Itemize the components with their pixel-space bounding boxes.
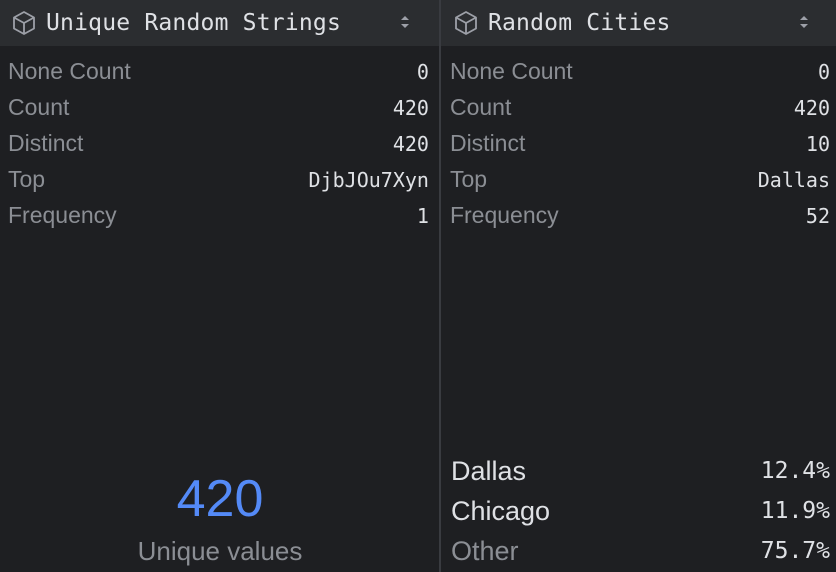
stat-row-count: Count 420 xyxy=(0,92,439,128)
column-random-cities: Random Cities None Count 0 Count 420 Dis… xyxy=(440,0,836,572)
column-title: Random Cities xyxy=(487,10,671,36)
stat-value: 420 xyxy=(392,96,429,120)
frequency-row-other: Other 75.7% xyxy=(441,534,836,572)
stat-label: Frequency xyxy=(449,202,559,228)
unique-values-label: Unique values xyxy=(137,536,303,566)
stat-label: None Count xyxy=(449,58,573,84)
stat-value: 0 xyxy=(817,60,831,84)
cube-icon xyxy=(451,8,481,38)
stat-value: 420 xyxy=(793,96,831,120)
stat-row-frequency: Frequency 1 xyxy=(0,200,439,236)
stat-value: 10 xyxy=(805,132,831,156)
sort-icon[interactable] xyxy=(398,12,412,32)
stat-label: Count xyxy=(449,94,512,120)
frequency-label: Other xyxy=(450,536,519,566)
stat-label: None Count xyxy=(8,58,131,84)
frequency-label: Dallas xyxy=(450,456,526,486)
cube-icon xyxy=(9,8,39,38)
stat-row-distinct: Distinct 10 xyxy=(441,128,836,164)
stat-row-count: Count 420 xyxy=(441,92,836,128)
stat-row-none-count: None Count 0 xyxy=(441,56,836,92)
unique-values-summary: 420 Unique values xyxy=(0,470,440,570)
stat-row-distinct: Distinct 420 xyxy=(0,128,439,164)
frequency-row-dallas: Dallas 12.4% xyxy=(441,454,836,494)
frequency-row-chicago: Chicago 11.9% xyxy=(441,494,836,534)
column-header[interactable]: Random Cities xyxy=(440,0,836,47)
stat-value: 1 xyxy=(416,204,429,228)
stat-label: Top xyxy=(449,166,488,192)
stat-value: DjbJOu7Xyn xyxy=(308,168,429,192)
dataframe-column-statistics: Unique Random Strings None Count 0 Count… xyxy=(0,0,836,572)
value-frequency-list: Dallas 12.4% Chicago 11.9% Other 75.7% xyxy=(441,454,836,572)
unique-values-number: 420 xyxy=(176,470,264,528)
column-unique-random-strings: Unique Random Strings None Count 0 Count… xyxy=(0,0,439,572)
frequency-percent: 75.7% xyxy=(760,538,831,564)
stat-value: 0 xyxy=(416,60,429,84)
stat-row-none-count: None Count 0 xyxy=(0,56,439,92)
stat-row-frequency: Frequency 52 xyxy=(441,200,836,236)
stat-label: Count xyxy=(8,94,70,120)
stats-list: None Count 0 Count 420 Distinct 10 Top D… xyxy=(441,56,836,236)
stat-value: Dallas xyxy=(757,168,831,192)
stat-row-top: Top Dallas xyxy=(441,164,836,200)
column-title: Unique Random Strings xyxy=(46,10,341,36)
sort-icon[interactable] xyxy=(797,12,811,32)
stat-row-top: Top DjbJOu7Xyn xyxy=(0,164,439,200)
stat-value: 52 xyxy=(805,204,831,228)
stat-value: 420 xyxy=(392,132,429,156)
stats-list: None Count 0 Count 420 Distinct 420 Top … xyxy=(0,56,439,236)
column-header[interactable]: Unique Random Strings xyxy=(0,0,439,47)
stat-label: Frequency xyxy=(8,202,117,228)
stat-label: Top xyxy=(8,166,46,192)
stat-label: Distinct xyxy=(8,130,84,156)
frequency-percent: 11.9% xyxy=(760,498,831,524)
stat-label: Distinct xyxy=(449,130,526,156)
frequency-percent: 12.4% xyxy=(760,458,831,484)
frequency-label: Chicago xyxy=(450,496,551,526)
